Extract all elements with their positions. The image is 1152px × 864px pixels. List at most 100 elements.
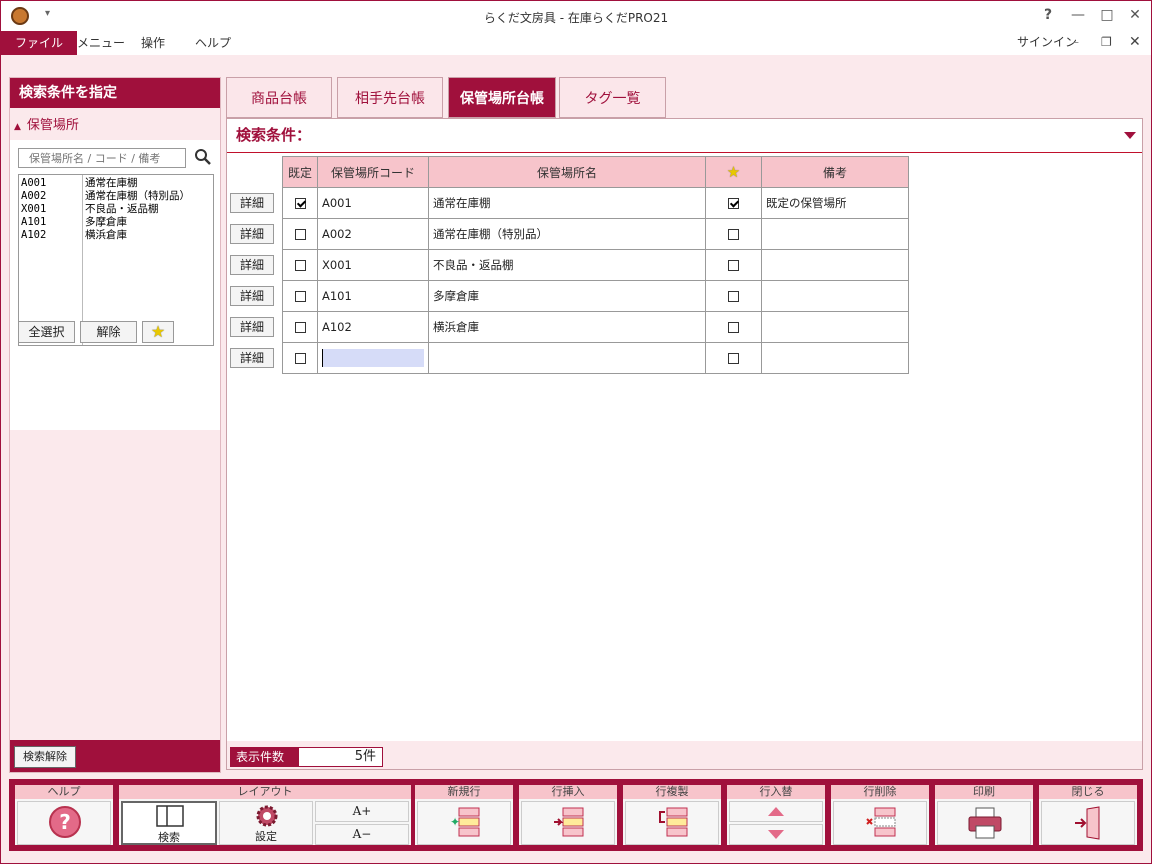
list-item[interactable]: A002 通常在庫棚（特別品） [21, 190, 190, 203]
col-star-icon[interactable]: ★ [705, 156, 762, 188]
name-cell[interactable] [428, 342, 706, 374]
star-cell[interactable] [705, 187, 762, 219]
star-cell[interactable] [705, 311, 762, 343]
list-item[interactable]: A001 通常在庫棚 [21, 177, 138, 190]
default-cell[interactable] [282, 249, 318, 281]
name-cell[interactable]: 横浜倉庫 [428, 311, 706, 343]
default-checkbox[interactable] [294, 229, 306, 240]
col-note[interactable]: 備考 [761, 156, 909, 188]
deselect-button[interactable]: 解除 [80, 321, 137, 343]
code-cell[interactable]: A001 [317, 187, 429, 219]
name-cell[interactable]: 不良品・返品棚 [428, 249, 706, 281]
move-up-button[interactable] [729, 801, 823, 822]
name-cell[interactable]: 多摩倉庫 [428, 280, 706, 312]
star-checkbox[interactable] [728, 229, 739, 240]
table-row[interactable]: X001 不良品・返品棚 [282, 249, 909, 281]
location-section-toggle[interactable]: ▲ 保管場所 [14, 114, 79, 133]
list-item[interactable]: A102 横浜倉庫 [21, 229, 127, 242]
star-checkbox[interactable] [728, 322, 739, 333]
select-all-button[interactable]: 全選択 [18, 321, 75, 343]
default-checkbox[interactable] [294, 198, 306, 209]
code-edit-input[interactable] [322, 349, 424, 367]
font-increase-button[interactable]: A+ [315, 801, 409, 822]
restore-icon[interactable]: ❐ [1101, 35, 1112, 49]
help-button[interactable]: ? [17, 801, 111, 845]
default-cell[interactable] [282, 280, 318, 312]
code-cell-editing[interactable] [317, 342, 429, 374]
code-cell[interactable]: X001 [317, 249, 429, 281]
new-row-button[interactable]: ✦ [417, 801, 511, 845]
insert-row-button[interactable] [521, 801, 615, 845]
detail-button[interactable]: 詳細 [230, 286, 274, 306]
close-button[interactable] [1041, 801, 1135, 845]
star-cell[interactable] [705, 249, 762, 281]
location-search-input[interactable] [18, 148, 186, 168]
search-condition-bar[interactable]: 検索条件： [227, 119, 1142, 153]
table-row[interactable]: A001 通常在庫棚 既定の保管場所 [282, 187, 909, 219]
delete-row-button[interactable] [833, 801, 927, 845]
menu-operation[interactable]: 操作 [127, 31, 179, 55]
table-row-new[interactable] [282, 342, 909, 374]
star-checkbox[interactable] [728, 198, 739, 209]
clear-search-button[interactable]: 検索解除 [14, 746, 76, 768]
doc-close-icon[interactable]: ✕ [1129, 34, 1141, 50]
menu-help[interactable]: ヘルプ [181, 31, 245, 55]
star-cell[interactable] [705, 218, 762, 250]
star-cell[interactable] [705, 280, 762, 312]
default-checkbox[interactable] [294, 291, 306, 302]
note-cell[interactable] [761, 311, 909, 343]
col-name[interactable]: 保管場所名 [428, 156, 706, 188]
star-cell[interactable] [705, 342, 762, 374]
detail-button[interactable]: 詳細 [230, 348, 274, 368]
search-layout-button[interactable]: 検索 [121, 801, 217, 845]
detail-button[interactable]: 詳細 [230, 317, 274, 337]
tab-tags[interactable]: タグ一覧 [559, 77, 666, 118]
default-cell[interactable] [282, 311, 318, 343]
table-row[interactable]: A002 通常在庫棚（特別品） [282, 218, 909, 250]
note-cell[interactable] [761, 218, 909, 250]
col-code[interactable]: 保管場所コード [317, 156, 429, 188]
minimize-icon[interactable]: — [1068, 7, 1088, 23]
ribbon-collapse-icon[interactable]: – [1073, 35, 1079, 49]
name-cell[interactable]: 通常在庫棚（特別品） [428, 218, 706, 250]
tab-products[interactable]: 商品台帳 [226, 77, 332, 118]
default-cell[interactable] [282, 218, 318, 250]
default-checkbox[interactable] [294, 353, 306, 364]
help-question-icon[interactable]: ? [1038, 7, 1058, 23]
star-checkbox[interactable] [728, 291, 739, 302]
move-down-button[interactable] [729, 824, 823, 845]
code-cell[interactable]: A101 [317, 280, 429, 312]
note-cell[interactable]: 既定の保管場所 [761, 187, 909, 219]
maximize-icon[interactable]: □ [1097, 7, 1117, 23]
list-item[interactable]: A101 多摩倉庫 [21, 216, 127, 229]
code-cell[interactable]: A002 [317, 218, 429, 250]
star-checkbox[interactable] [728, 260, 739, 271]
col-default[interactable]: 既定 [282, 156, 318, 188]
note-cell[interactable] [761, 280, 909, 312]
list-item[interactable]: X001 不良品・返品棚 [21, 203, 159, 216]
detail-button[interactable]: 詳細 [230, 224, 274, 244]
tab-partners[interactable]: 相手先台帳 [337, 77, 443, 118]
default-cell[interactable] [282, 342, 318, 374]
note-cell[interactable] [761, 342, 909, 374]
name-cell[interactable]: 通常在庫棚 [428, 187, 706, 219]
expand-arrow-icon[interactable] [1124, 132, 1136, 139]
table-row[interactable]: A101 多摩倉庫 [282, 280, 909, 312]
close-icon[interactable]: ✕ [1125, 7, 1145, 23]
code-cell[interactable]: A102 [317, 311, 429, 343]
tab-locations[interactable]: 保管場所台帳 [448, 77, 556, 118]
star-checkbox[interactable] [728, 353, 739, 364]
print-button[interactable] [937, 801, 1031, 845]
default-cell[interactable] [282, 187, 318, 219]
settings-button[interactable]: 設定 [219, 801, 313, 845]
font-decrease-button[interactable]: A− [315, 824, 409, 845]
copy-row-button[interactable] [625, 801, 719, 845]
table-row[interactable]: A102 横浜倉庫 [282, 311, 909, 343]
detail-button[interactable]: 詳細 [230, 193, 274, 213]
default-checkbox[interactable] [294, 322, 306, 333]
default-checkbox[interactable] [294, 260, 306, 271]
signin-link[interactable]: サインイン [1017, 33, 1077, 50]
note-cell[interactable] [761, 249, 909, 281]
search-icon[interactable] [194, 148, 212, 166]
detail-button[interactable]: 詳細 [230, 255, 274, 275]
